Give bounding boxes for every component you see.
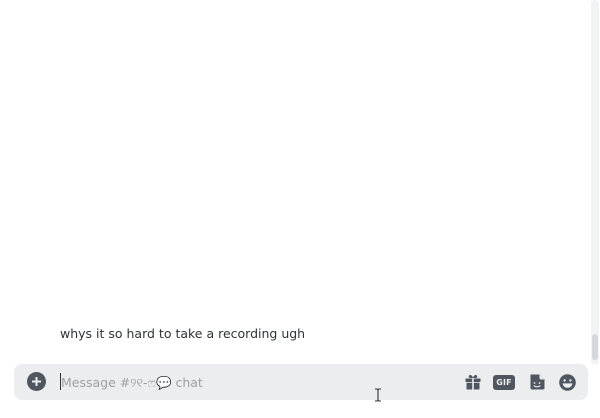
emoji-button[interactable] xyxy=(556,371,578,393)
emoji-icon xyxy=(558,373,576,391)
scrollbar-track[interactable] xyxy=(591,0,599,365)
message-list: whys it so hard to take a recording ugh xyxy=(0,0,590,355)
gift-button[interactable] xyxy=(462,371,484,393)
gift-icon xyxy=(465,375,481,390)
attach-button[interactable] xyxy=(27,372,46,391)
sticker-icon xyxy=(530,374,545,390)
gif-icon: GIF xyxy=(493,374,515,390)
text-cursor-icon xyxy=(375,388,381,402)
message-composer: GIF xyxy=(14,364,588,400)
chat-window: whys it so hard to take a recording ugh … xyxy=(0,0,600,418)
plus-circle-icon xyxy=(32,377,41,386)
sticker-button[interactable] xyxy=(526,371,548,393)
message-input[interactable] xyxy=(61,369,441,395)
gif-button[interactable]: GIF xyxy=(493,371,515,393)
message-content: whys it so hard to take a recording ugh xyxy=(60,326,306,341)
scrollbar-thumb[interactable] xyxy=(592,334,598,360)
